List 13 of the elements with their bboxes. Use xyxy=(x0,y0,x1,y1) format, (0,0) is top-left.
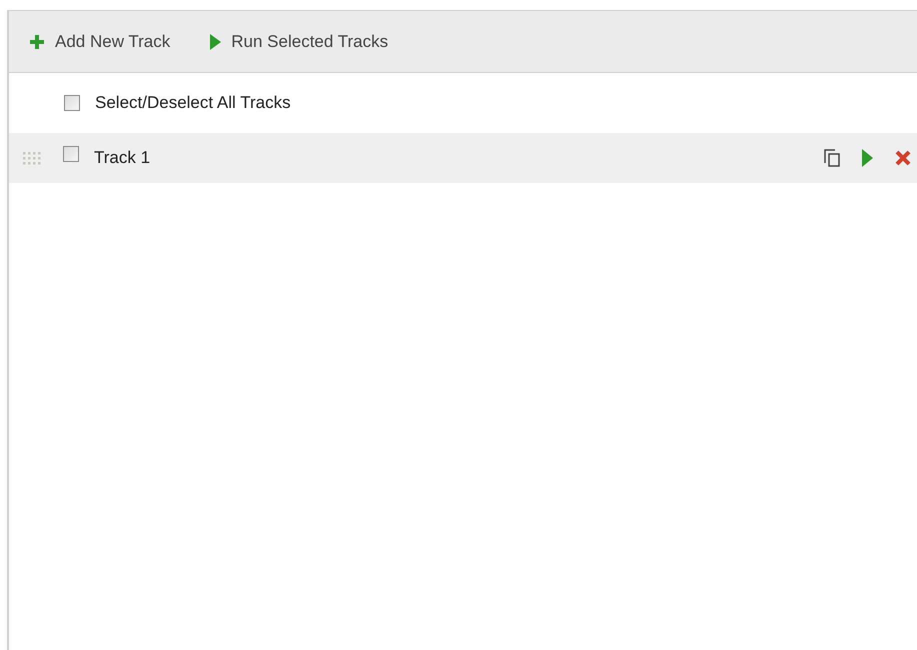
checkbox[interactable] xyxy=(63,146,79,162)
play-icon xyxy=(210,34,222,50)
drag-handle-icon[interactable] xyxy=(22,151,42,165)
plus-icon xyxy=(29,34,45,50)
delete-icon[interactable] xyxy=(895,150,911,166)
play-icon[interactable] xyxy=(862,149,873,167)
track-row[interactable]: Track 1 xyxy=(9,133,917,183)
checkbox[interactable] xyxy=(64,95,80,111)
select-all-label: Select/Deselect All Tracks xyxy=(95,92,291,114)
add-button[interactable]: Add New Track xyxy=(29,28,170,54)
run-button[interactable]: Run Selected Tracks xyxy=(210,28,388,54)
copy-icon[interactable] xyxy=(824,149,840,167)
track-label: Track 1 xyxy=(94,147,150,170)
